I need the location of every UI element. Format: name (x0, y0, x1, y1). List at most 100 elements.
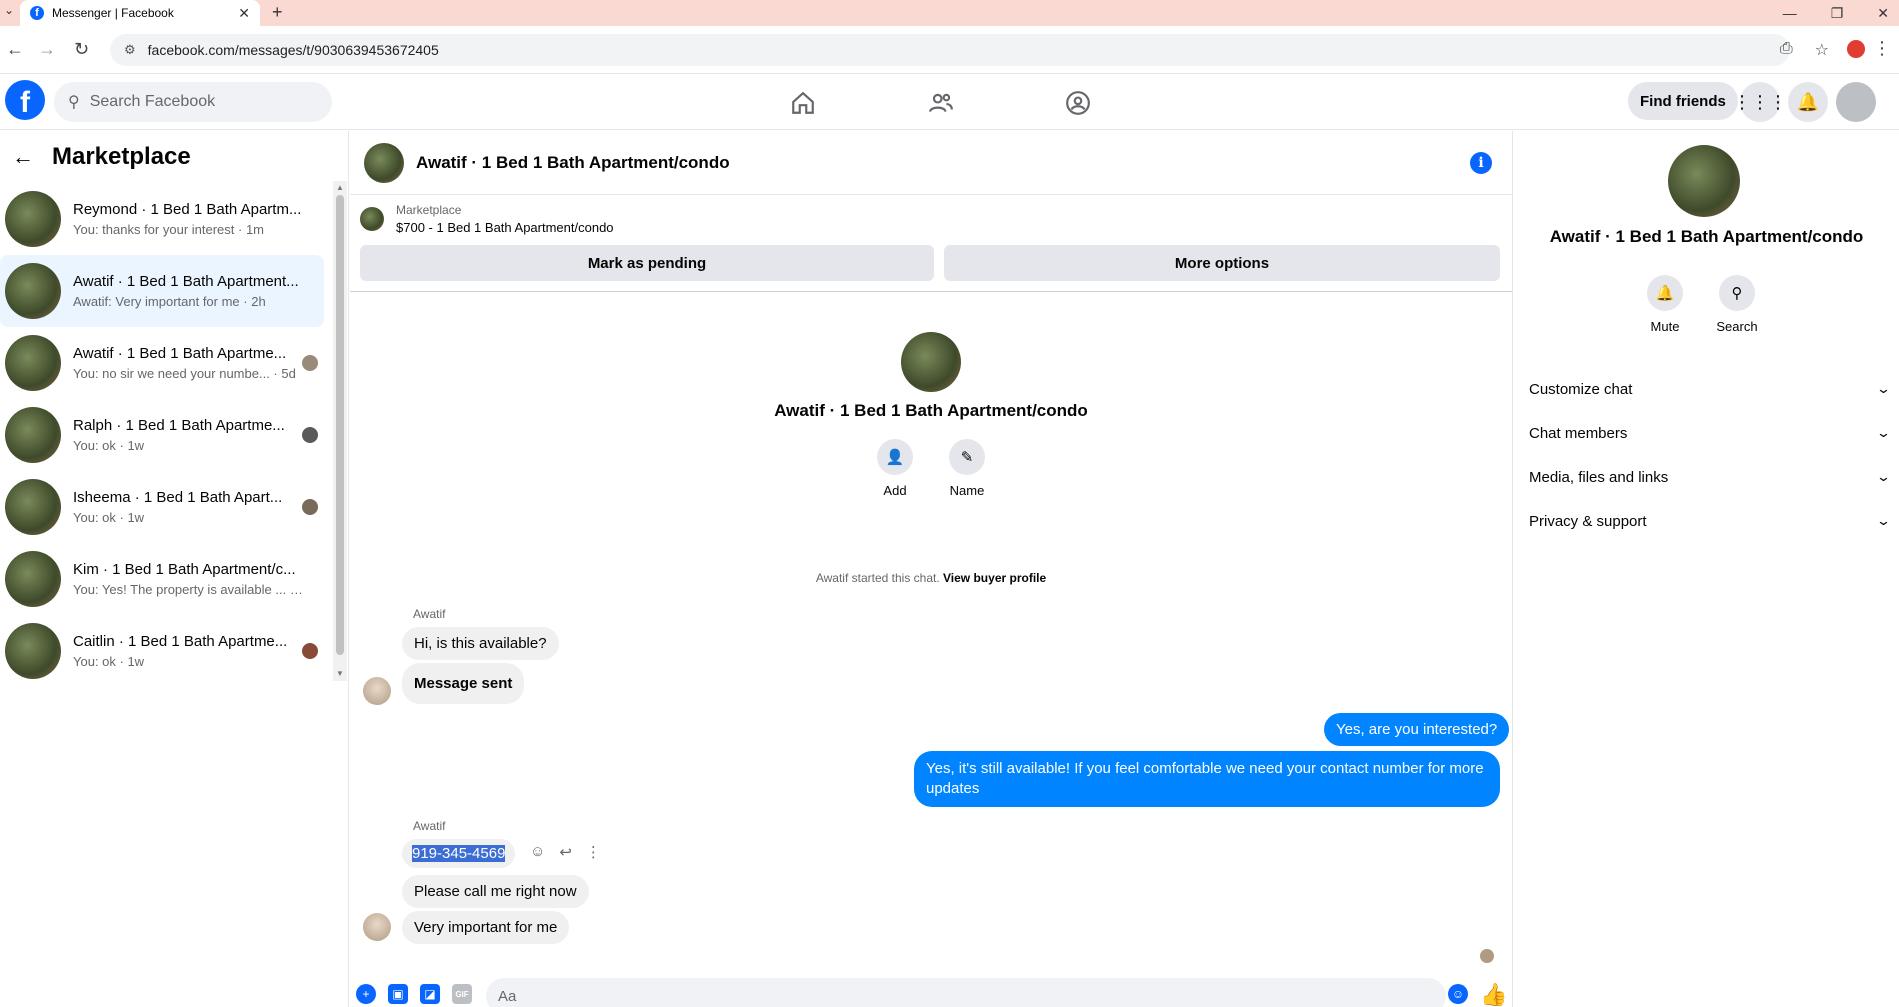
message-bubble-outgoing[interactable]: Yes, are you interested? (1324, 713, 1510, 746)
name-label: Name (949, 483, 985, 498)
pencil-icon: ✎ (949, 439, 985, 475)
search-box[interactable]: ⚲ Search Facebook (54, 82, 332, 122)
conversation-item[interactable]: Caitlin · 1 Bed 1 Bath Apartme... You: ok… (0, 615, 324, 687)
react-emoji-icon[interactable]: ☺ (530, 843, 545, 861)
conversation-item[interactable]: Awatif · 1 Bed 1 Bath Apartme... You: no … (0, 327, 324, 399)
message-bubble[interactable]: Very important for me (402, 911, 570, 944)
name-button[interactable]: ✎ Name (937, 439, 997, 498)
chat-avatar[interactable] (364, 142, 404, 183)
bookmark-star-icon[interactable]: ☆ (1815, 40, 1829, 60)
sender-avatar[interactable] (363, 913, 391, 941)
reload-icon[interactable]: ↻ (74, 39, 89, 60)
scrollbar-thumb[interactable] (336, 195, 344, 655)
message-bubble[interactable]: Please call me right now (402, 875, 589, 908)
message-input[interactable]: Aa (486, 978, 1446, 1007)
scroll-down-icon[interactable]: ▼ (336, 669, 344, 678)
conversation-item[interactable]: Ralph · 1 Bed 1 Bath Apartme... You: ok ·… (0, 399, 324, 471)
facebook-logo-icon[interactable]: f (5, 80, 45, 120)
omnibox-actions: ⎙ ☆ (1780, 40, 1829, 60)
conversation-name: Awatif · 1 Bed 1 Bath Apartment... (73, 273, 299, 290)
photo-icon[interactable]: ▣ (388, 984, 408, 1004)
menu-grid-icon[interactable]: ⋮⋮⋮ (1733, 82, 1787, 122)
details-name: Awatif · 1 Bed 1 Bath Apartment/condo (1549, 227, 1864, 246)
conversation-item-active[interactable]: Awatif · 1 Bed 1 Bath Apartment... Awatif… (0, 255, 324, 327)
search-button[interactable]: ⚲ Search (1707, 275, 1767, 334)
url-omnibox[interactable]: ⚙ facebook.com/messages/t/90306394536724… (110, 34, 1790, 66)
mark-as-pending-button[interactable]: Mark as pending (360, 245, 934, 281)
groups-icon[interactable] (1063, 88, 1093, 118)
listing-thumbnail (5, 335, 61, 391)
conversation-snippet: You: ok · 1w (73, 654, 145, 669)
privacy-support-section[interactable]: Privacy & support ⌄ (1529, 503, 1892, 539)
sidebar-scrollbar[interactable]: ▲ ▼ (333, 181, 347, 681)
listing-thumbnail (5, 407, 61, 463)
info-icon[interactable]: i (1470, 152, 1492, 174)
account-avatar[interactable] (1836, 82, 1876, 122)
browser-tab[interactable]: f Messenger | Facebook ✕ (20, 0, 260, 26)
details-avatar[interactable] (1668, 145, 1740, 217)
media-files-links-section[interactable]: Media, files and links ⌄ (1529, 459, 1891, 495)
search-icon: ⚲ (68, 94, 80, 111)
search-icon: ⚲ (1719, 275, 1755, 311)
message-bubble[interactable]: Message sent (402, 663, 525, 704)
find-friends-button[interactable]: Find friends (1628, 82, 1738, 120)
chat-members-section[interactable]: Chat members ⌄ (1529, 415, 1891, 451)
notifications-bell-icon[interactable]: 🔔 (1788, 82, 1828, 122)
chevron-down-icon: ⌄ (1875, 513, 1892, 528)
install-icon[interactable]: ⎙ (1780, 40, 1793, 60)
site-info-icon[interactable]: ⚙ (124, 42, 136, 58)
seen-avatar (302, 427, 318, 443)
conversation-name: Kim · 1 Bed 1 Bath Apartment/c... (73, 561, 296, 578)
mute-button[interactable]: 🔔 Mute (1635, 275, 1695, 334)
chat-title[interactable]: Awatif · 1 Bed 1 Bath Apartment/condo (416, 153, 730, 173)
message-bubble[interactable]: 919-345-4569 (402, 839, 516, 868)
back-icon[interactable]: ← (6, 39, 24, 60)
conversation-name: Awatif · 1 Bed 1 Bath Apartme... (73, 345, 287, 362)
view-buyer-profile-link[interactable]: View buyer profile (943, 571, 1046, 585)
like-thumb-icon[interactable]: 👍 (1480, 982, 1507, 1007)
gif-icon[interactable]: GIF (452, 984, 472, 1004)
listing-bar[interactable]: Marketplace $700 - 1 Bed 1 Bath Apartmen… (360, 203, 614, 235)
section-label: Media, files and links (1529, 468, 1669, 486)
close-window-icon[interactable]: ✕ (1877, 5, 1889, 22)
forward-icon[interactable]: → (38, 39, 56, 60)
conversation-name: Reymond · 1 Bed 1 Bath Apartm... (73, 201, 302, 218)
home-icon[interactable] (788, 88, 818, 118)
back-arrow-icon[interactable]: ← (12, 144, 34, 170)
chat-panel: Awatif · 1 Bed 1 Bath Apartment/condo i … (350, 131, 1512, 1007)
add-button[interactable]: 👤 Add (865, 439, 925, 498)
conversation-item[interactable]: Isheema · 1 Bed 1 Bath Apart... You: ok ·… (0, 471, 324, 543)
new-tab-icon[interactable]: + (272, 2, 283, 23)
emoji-icon[interactable]: ☺ (1448, 984, 1468, 1004)
marketplace-label: Marketplace (396, 203, 462, 217)
customize-chat-section[interactable]: Customize chat ⌄ (1529, 371, 1891, 407)
sender-avatar[interactable] (363, 677, 391, 705)
section-label: Customize chat (1529, 380, 1633, 398)
more-icon[interactable]: ⋮ (586, 843, 601, 861)
tab-list-icon[interactable]: ⌄ (4, 3, 14, 17)
address-bar-row: ← → ↻ ⚙ facebook.com/messages/t/90306394… (0, 26, 1899, 74)
close-tab-icon[interactable]: ✕ (238, 5, 250, 22)
sidebar-title: Marketplace (52, 143, 191, 170)
selected-phone-number[interactable]: 919-345-4569 (412, 845, 506, 862)
plus-icon[interactable]: + (356, 984, 376, 1004)
conversation-item[interactable]: Kim · 1 Bed 1 Bath Apartment/c... You: Ye… (0, 543, 324, 615)
minimize-icon[interactable]: — (1783, 5, 1797, 21)
conversation-snippet: You: ok · 1w (73, 438, 145, 453)
conversation-item[interactable]: Reymond · 1 Bed 1 Bath Apartm... You: tha… (0, 183, 324, 255)
message-bubble-outgoing[interactable]: Yes, it's still available! If you feel c… (914, 751, 1500, 807)
scroll-up-icon[interactable]: ▲ (336, 183, 344, 192)
intro-avatar (901, 332, 961, 392)
facebook-header: f ⚲ Search Facebook Find friends ⋮⋮⋮ 🔔 (0, 74, 1899, 130)
friends-icon[interactable] (926, 88, 956, 118)
sticker-icon[interactable]: ◪ (420, 984, 440, 1004)
listing-thumbnail (360, 207, 384, 231)
restore-icon[interactable]: ❐ (1831, 5, 1844, 22)
more-options-button[interactable]: More options (944, 245, 1500, 281)
browser-tab-bar: ⌄ f Messenger | Facebook ✕ + — ❐ ✕ (0, 0, 1899, 26)
message-bubble[interactable]: Hi, is this available? (402, 627, 559, 660)
browser-menu-icon[interactable]: ⋮ (1873, 38, 1891, 59)
url-text: facebook.com/messages/t/9030639453672405 (147, 42, 439, 58)
browser-profile-icon[interactable] (1847, 40, 1865, 58)
reply-icon[interactable]: ↩ (559, 843, 572, 861)
